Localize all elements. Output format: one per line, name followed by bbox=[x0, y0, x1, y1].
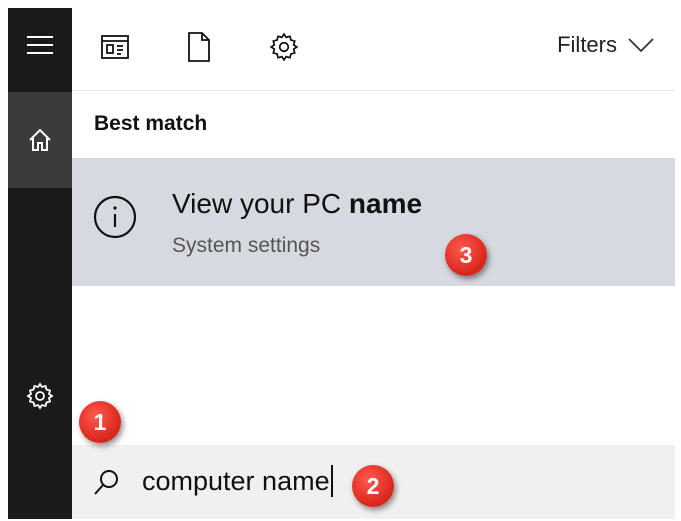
result-title: View your PC name bbox=[172, 188, 422, 220]
search-toolbar: Filters bbox=[72, 8, 675, 91]
filters-dropdown[interactable]: Filters bbox=[557, 28, 655, 62]
left-rail bbox=[8, 8, 72, 519]
step-badge-1: 1 bbox=[79, 401, 121, 443]
filters-label: Filters bbox=[557, 32, 617, 57]
step-badge-3: 3 bbox=[445, 234, 487, 276]
settings-filter-button[interactable] bbox=[267, 30, 301, 64]
start-search-window: Filters Best match View your PC name Sys… bbox=[8, 8, 675, 519]
result-view-pc-name[interactable]: View your PC name System settings bbox=[72, 158, 675, 286]
step-badge-2: 2 bbox=[352, 465, 394, 507]
chevron-down-icon bbox=[628, 38, 654, 53]
hamburger-menu-button[interactable] bbox=[8, 8, 72, 82]
settings-icon bbox=[269, 32, 299, 62]
hamburger-menu-icon bbox=[27, 36, 53, 54]
text-caret bbox=[330, 465, 333, 497]
info-icon bbox=[93, 195, 137, 239]
apps-icon bbox=[101, 35, 129, 59]
search-input[interactable]: computer name bbox=[142, 463, 333, 499]
settings-button[interactable] bbox=[8, 348, 72, 444]
documents-filter-button[interactable] bbox=[182, 30, 216, 64]
documents-icon bbox=[188, 32, 210, 62]
search-query-text: computer name bbox=[142, 465, 330, 496]
best-match-heading: Best match bbox=[94, 112, 208, 135]
apps-filter-button[interactable] bbox=[98, 30, 132, 64]
result-subtitle: System settings bbox=[172, 234, 321, 257]
result-title-match: name bbox=[348, 188, 423, 219]
search-icon bbox=[94, 470, 118, 495]
home-icon bbox=[29, 128, 51, 151]
settings-gear-icon bbox=[26, 382, 54, 410]
result-title-prefix: View your PC bbox=[172, 188, 349, 219]
home-button[interactable] bbox=[8, 92, 72, 188]
